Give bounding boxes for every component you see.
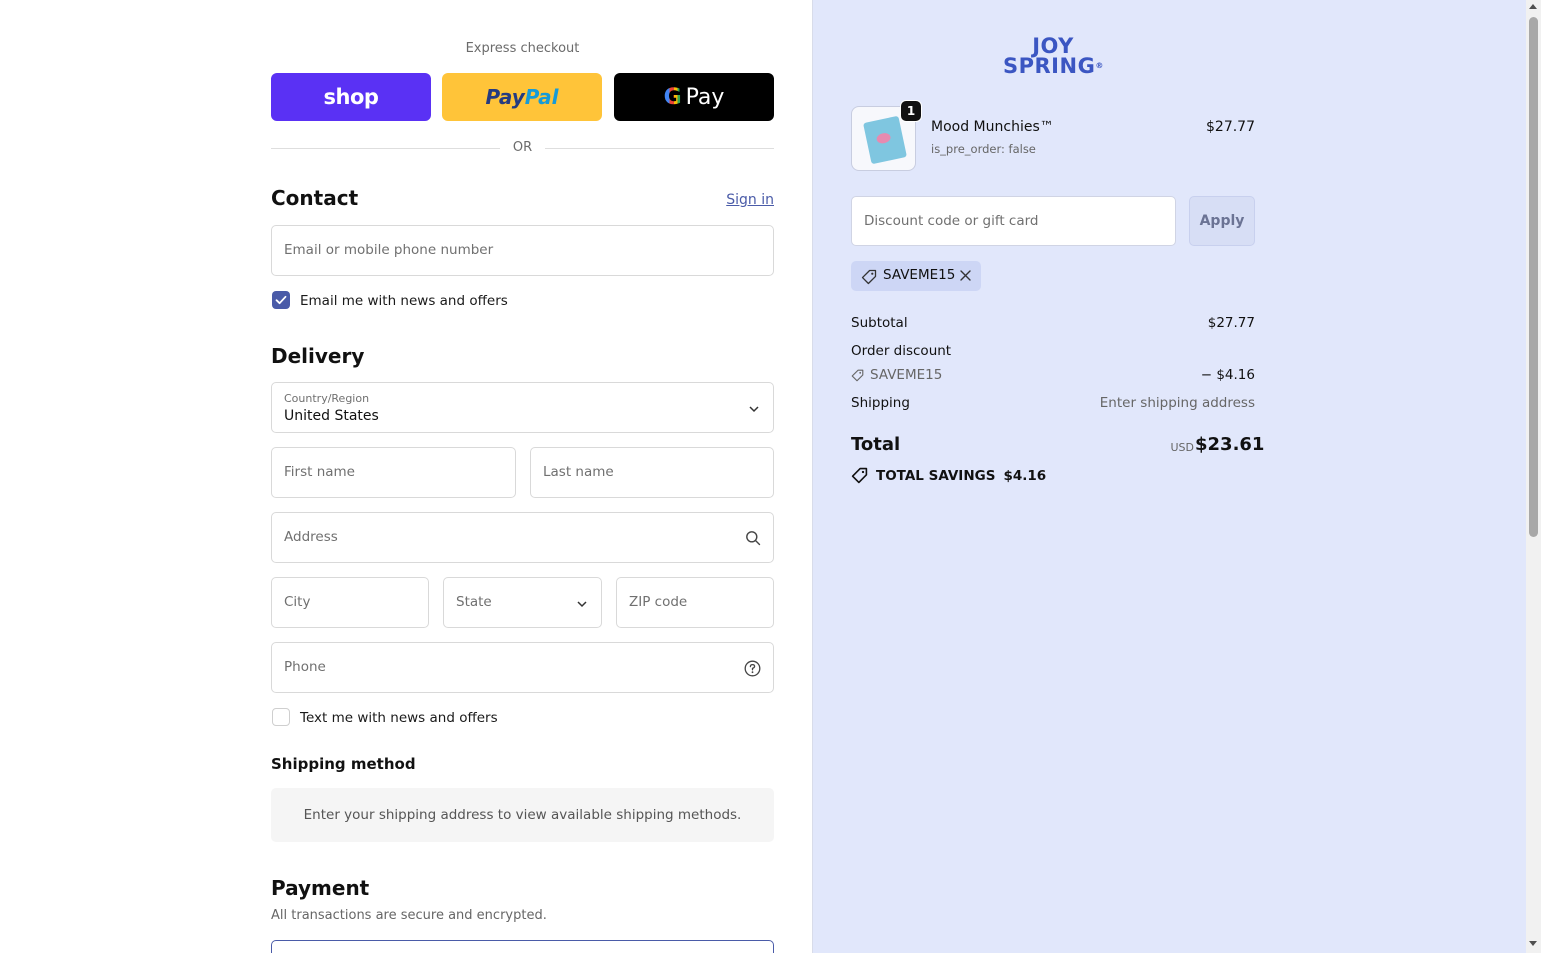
- newsletter-checkbox[interactable]: [272, 291, 290, 309]
- country-value: United States: [284, 408, 379, 424]
- discount-placeholder: Discount code or gift card: [864, 213, 1039, 229]
- product-name: Mood Munchies™: [931, 119, 1054, 135]
- email-placeholder: Email or mobile phone number: [284, 242, 494, 258]
- shipping-method-heading: Shipping method: [271, 755, 416, 773]
- savings-value: $4.16: [1003, 467, 1047, 484]
- scroll-up-icon[interactable]: [1529, 4, 1537, 9]
- city-field[interactable]: City: [271, 577, 429, 628]
- scrollbar-thumb[interactable]: [1529, 17, 1538, 537]
- or-divider: OR: [271, 140, 774, 158]
- product-image: [863, 115, 907, 165]
- shipping-method-message: Enter your shipping address to view avai…: [271, 788, 774, 842]
- logo-line-2: SPRING: [1003, 54, 1096, 78]
- phone-field[interactable]: Phone: [271, 642, 774, 693]
- first-name-field[interactable]: First name: [271, 447, 516, 498]
- zip-field[interactable]: ZIP code: [616, 577, 774, 628]
- country-select[interactable]: Country/Region United States: [271, 382, 774, 433]
- google-g-icon: G: [663, 84, 682, 110]
- order-discount-value: − $4.16: [1200, 367, 1255, 383]
- payment-options-box[interactable]: [271, 940, 774, 953]
- phone-placeholder: Phone: [284, 659, 326, 675]
- joy-spring-logo[interactable]: JOY SPRING®: [1003, 34, 1104, 78]
- google-pay-label: Pay: [685, 84, 725, 110]
- total-savings: TOTAL SAVINGS $4.16: [851, 467, 1046, 484]
- country-label: Country/Region: [284, 392, 370, 405]
- logo-registered-mark: ®: [1095, 61, 1104, 70]
- first-name-placeholder: First name: [284, 464, 355, 480]
- shop-pay-button[interactable]: shop: [271, 73, 431, 121]
- sign-in-link[interactable]: Sign in: [700, 192, 774, 208]
- zip-placeholder: ZIP code: [629, 594, 688, 610]
- apply-button[interactable]: Apply: [1189, 196, 1255, 246]
- city-placeholder: City: [284, 594, 311, 610]
- newsletter-label: Email me with news and offers: [300, 293, 508, 309]
- express-checkout-label: Express checkout: [465, 41, 580, 56]
- check-icon: [275, 295, 287, 305]
- payment-heading: Payment: [271, 876, 370, 900]
- currency-code: USD: [1170, 441, 1194, 454]
- contact-heading: Contact: [271, 186, 359, 210]
- payment-subtitle: All transactions are secure and encrypte…: [271, 908, 547, 923]
- sms-label: Text me with news and offers: [300, 710, 498, 726]
- logo-line-1: JOY: [1032, 34, 1074, 58]
- google-pay-button[interactable]: G Pay: [614, 73, 774, 121]
- discount-code-input[interactable]: Discount code or gift card: [851, 196, 1176, 246]
- subtotal-label: Subtotal: [851, 315, 908, 331]
- shop-pay-logo: shop: [323, 85, 379, 109]
- order-discount-label: Order discount: [851, 343, 952, 359]
- sms-checkbox[interactable]: [272, 708, 290, 726]
- chevron-down-icon: [749, 406, 759, 413]
- search-icon: [746, 531, 761, 546]
- chevron-down-icon: [577, 601, 587, 608]
- help-circle-icon[interactable]: [744, 660, 761, 677]
- state-select[interactable]: State: [443, 577, 602, 628]
- paypal-logo-pal: Pal: [524, 85, 559, 109]
- last-name-field[interactable]: Last name: [530, 447, 774, 498]
- checkout-form-panel: Express checkout shop Pay Pal G Pay OR Con…: [0, 0, 812, 953]
- product-meta: is_pre_order: false: [931, 142, 1036, 156]
- paypal-logo-pay: Pay: [485, 85, 525, 109]
- tag-icon: [851, 369, 864, 382]
- email-field[interactable]: Email or mobile phone number: [271, 225, 774, 276]
- total-label: Total: [851, 434, 901, 455]
- page-scrollbar[interactable]: [1526, 0, 1541, 953]
- quantity-badge: 1: [900, 100, 922, 122]
- subtotal-value: $27.77: [1207, 315, 1255, 331]
- order-discount-code: SAVEME15: [870, 367, 943, 383]
- address-placeholder: Address: [284, 529, 338, 545]
- remove-discount-icon[interactable]: [959, 269, 972, 282]
- applied-code-text: SAVEME15: [883, 267, 956, 283]
- state-placeholder: State: [456, 594, 492, 610]
- address-field[interactable]: Address: [271, 512, 774, 563]
- paypal-button[interactable]: Pay Pal: [442, 73, 602, 121]
- last-name-placeholder: Last name: [543, 464, 614, 480]
- product-price: $27.77: [1206, 119, 1255, 135]
- shipping-value: Enter shipping address: [1099, 395, 1255, 411]
- scroll-down-icon[interactable]: [1529, 941, 1537, 946]
- tag-icon: [861, 269, 877, 285]
- shipping-label: Shipping: [851, 395, 910, 411]
- applied-discount-chip: SAVEME15: [851, 261, 981, 291]
- total-value: $23.61: [1195, 434, 1265, 455]
- delivery-heading: Delivery: [271, 344, 365, 368]
- savings-label: TOTAL SAVINGS: [876, 467, 996, 484]
- tag-icon: [851, 467, 868, 484]
